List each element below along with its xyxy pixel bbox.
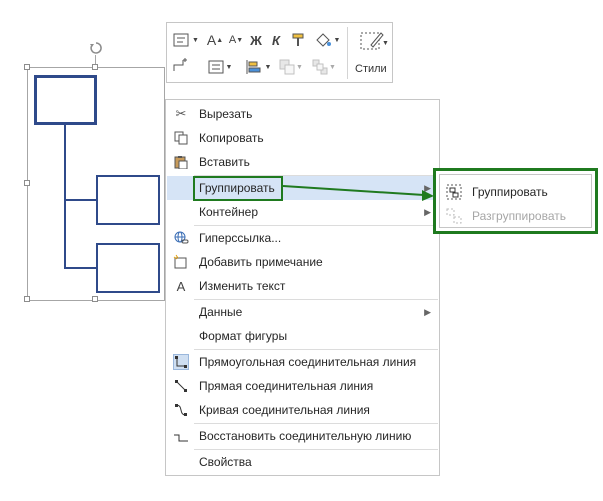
annotation-arrow [282,185,434,201]
group-submenu: Группировать Разгруппировать [433,168,598,234]
submenu-panel: Группировать Разгруппировать [439,174,592,228]
ungroup-icon [446,208,462,224]
submenu-item-group[interactable]: Группировать [440,180,593,204]
submenu-item-ungroup[interactable]: Разгруппировать [440,204,593,228]
group-icon [446,184,462,200]
